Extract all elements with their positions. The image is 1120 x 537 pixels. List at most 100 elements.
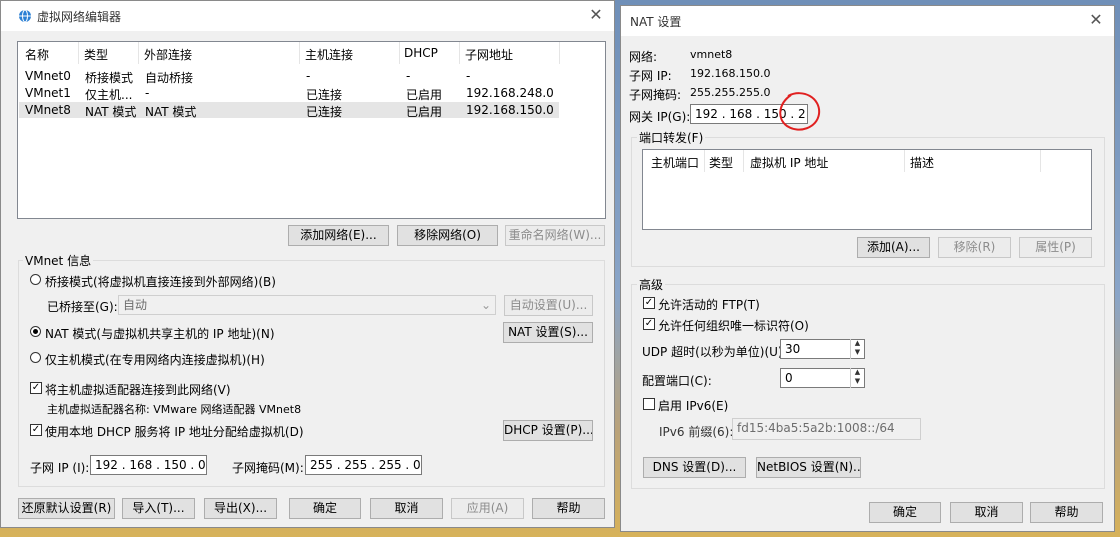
cell: NAT 模式 <box>145 105 197 119</box>
col-vm-ip[interactable]: 虚拟机 IP 地址 <box>750 154 828 171</box>
adapter-name-text: 主机虚拟适配器名称: VMware 网络适配器 VMnet8 <box>47 403 302 416</box>
cell: - <box>145 86 150 100</box>
nat-mode-radio[interactable] <box>30 326 41 337</box>
port-forwarding-label: 端口转发(F) <box>637 129 706 146</box>
spin-down-icon[interactable]: ▼ <box>851 348 864 357</box>
remove-button[interactable]: 移除(R) <box>938 237 1011 258</box>
udp-timeout-input[interactable]: 30 ▲ ▼ <box>780 339 865 359</box>
nat-mode-label[interactable]: NAT 模式(与虚拟机共享主机的 IP 地址)(N) <box>45 325 275 342</box>
allow-oui-label[interactable]: 允许任何组织唯一标识符(O) <box>658 317 809 334</box>
list-header: 主机端口 类型 虚拟机 IP 地址 描述 <box>643 150 1091 172</box>
bridged-to-select[interactable]: 自动 ⌄ <box>118 295 496 315</box>
cell: 已连接 <box>306 88 343 102</box>
ipv6-prefix-input[interactable]: fd15:4ba5:5a2b:1008::/64 <box>732 418 921 440</box>
cell: - <box>306 69 311 83</box>
connect-adapter-label[interactable]: 将主机虚拟适配器连接到此网络(V) <box>45 381 231 398</box>
table-row[interactable]: VMnet1 仅主机... - 已连接 已启用 192.168.248.0 <box>19 85 559 102</box>
list-header: 名称 类型 外部连接 主机连接 DHCP 子网地址 <box>18 42 605 64</box>
close-icon[interactable]: ✕ <box>586 6 606 26</box>
cell: 192.168.150.0 <box>466 103 554 117</box>
allow-ftp-label[interactable]: 允许活动的 FTP(T) <box>658 296 760 313</box>
ipv6-prefix-label: IPv6 前缀(6): <box>659 425 734 439</box>
config-port-input[interactable]: 0 ▲ ▼ <box>780 368 865 388</box>
dhcp-settings-button[interactable]: DHCP 设置(P)... <box>503 420 593 441</box>
table-row[interactable]: VMnet0 桥接模式 自动桥接 - - - <box>19 68 559 85</box>
col-type[interactable]: 类型 <box>84 46 108 63</box>
port-forwarding-list[interactable]: 主机端口 类型 虚拟机 IP 地址 描述 <box>642 149 1092 230</box>
apply-button[interactable]: 应用(A) <box>451 498 524 519</box>
cell: - <box>466 69 471 83</box>
udp-timeout-label: UDP 超时(以秒为单位)(U): <box>642 345 787 359</box>
cell: VMnet0 <box>25 69 71 83</box>
enable-ipv6-label[interactable]: 启用 IPv6(E) <box>658 397 728 414</box>
add-network-button[interactable]: 添加网络(E)... <box>288 225 389 246</box>
cell: VMnet1 <box>25 86 71 100</box>
host-only-label[interactable]: 仅主机模式(在专用网络内连接虚拟机)(H) <box>45 351 265 368</box>
import-button[interactable]: 导入(T)... <box>122 498 195 519</box>
subnet-ip-value: 192.168.150.0 <box>690 67 771 80</box>
subnet-ip-input[interactable]: 192 . 168 . 150 . 0 <box>90 455 207 475</box>
spin-down-icon[interactable]: ▼ <box>851 377 864 386</box>
use-dhcp-checkbox[interactable]: ✓ <box>30 424 42 436</box>
close-icon[interactable]: ✕ <box>1086 11 1106 31</box>
window-title: NAT 设置 <box>630 15 682 29</box>
col-host-port[interactable]: 主机端口 <box>651 154 699 171</box>
cancel-button[interactable]: 取消 <box>950 502 1023 523</box>
cancel-button[interactable]: 取消 <box>370 498 443 519</box>
help-button[interactable]: 帮助 <box>1030 502 1103 523</box>
bridge-mode-radio[interactable] <box>30 274 41 285</box>
cell: 192.168.248.0 <box>466 86 554 100</box>
cell: 已启用 <box>406 88 443 102</box>
restore-defaults-button[interactable]: 还原默认设置(R) <box>18 498 115 519</box>
col-subnet[interactable]: 子网地址 <box>465 46 513 63</box>
export-button[interactable]: 导出(X)... <box>204 498 277 519</box>
table-row-selected[interactable]: VMnet8 NAT 模式 NAT 模式 已连接 已启用 192.168.150… <box>19 102 559 119</box>
spin-up-icon[interactable]: ▲ <box>851 368 864 377</box>
allow-ftp-checkbox[interactable]: ✓ <box>643 297 655 309</box>
col-name[interactable]: 名称 <box>25 46 49 63</box>
col-external[interactable]: 外部连接 <box>144 46 192 63</box>
remove-network-button[interactable]: 移除网络(O) <box>397 225 498 246</box>
add-button[interactable]: 添加(A)... <box>857 237 930 258</box>
enable-ipv6-checkbox[interactable] <box>643 398 655 410</box>
subnet-ip-label: 子网 IP: <box>629 69 672 83</box>
udp-timeout-spinner[interactable]: ▲ ▼ <box>850 339 864 359</box>
ok-button[interactable]: 确定 <box>869 502 941 523</box>
col-dhcp[interactable]: DHCP <box>404 46 438 60</box>
globe-icon <box>19 9 31 23</box>
bridge-mode-label[interactable]: 桥接模式(将虚拟机直接连接到外部网络)(B) <box>45 273 276 290</box>
config-port-spinner[interactable]: ▲ ▼ <box>850 368 864 388</box>
cell: VMnet8 <box>25 103 71 117</box>
config-port-label: 配置端口(C): <box>642 374 712 388</box>
connect-adapter-checkbox[interactable]: ✓ <box>30 382 42 394</box>
rename-network-button[interactable]: 重命名网络(W)... <box>505 225 605 246</box>
help-button[interactable]: 帮助 <box>532 498 605 519</box>
col-type[interactable]: 类型 <box>709 154 733 171</box>
auto-settings-button[interactable]: 自动设置(U)... <box>504 295 593 316</box>
allow-oui-checkbox[interactable]: ✓ <box>643 318 655 330</box>
nat-settings-button[interactable]: NAT 设置(S)... <box>503 322 593 343</box>
ok-button[interactable]: 确定 <box>289 498 361 519</box>
network-list[interactable]: 名称 类型 外部连接 主机连接 DHCP 子网地址 VMnet0 桥接模式 自动… <box>17 41 606 219</box>
subnet-ip-label: 子网 IP (I): <box>30 461 90 475</box>
advanced-label: 高级 <box>637 276 666 293</box>
col-description[interactable]: 描述 <box>910 154 934 171</box>
col-host[interactable]: 主机连接 <box>305 46 353 63</box>
cell: 已启用 <box>406 105 443 119</box>
cell: 已连接 <box>306 105 343 119</box>
spin-up-icon[interactable]: ▲ <box>851 339 864 348</box>
netbios-settings-button[interactable]: NetBIOS 设置(N)... <box>756 457 861 478</box>
subnet-mask-input[interactable]: 255 . 255 . 255 . 0 <box>305 455 422 475</box>
vmnet-info-label: VMnet 信息 <box>23 252 94 269</box>
chevron-down-icon: ⌄ <box>480 298 491 312</box>
use-dhcp-label[interactable]: 使用本地 DHCP 服务将 IP 地址分配给虚拟机(D) <box>45 423 304 440</box>
dns-settings-button[interactable]: DNS 设置(D)... <box>643 457 746 478</box>
subnet-mask-value: 255.255.255.0 <box>690 86 771 99</box>
network-label: 网络: <box>629 50 658 64</box>
cell: 自动桥接 <box>145 71 194 85</box>
cell: 仅主机... <box>85 88 133 102</box>
host-only-radio[interactable] <box>30 352 41 363</box>
properties-button[interactable]: 属性(P) <box>1019 237 1092 258</box>
subnet-mask-label: 子网掩码(M): <box>232 461 304 475</box>
nat-settings-window: NAT 设置 ✕ 网络: vmnet8 子网 IP: 192.168.150.0… <box>620 5 1115 532</box>
